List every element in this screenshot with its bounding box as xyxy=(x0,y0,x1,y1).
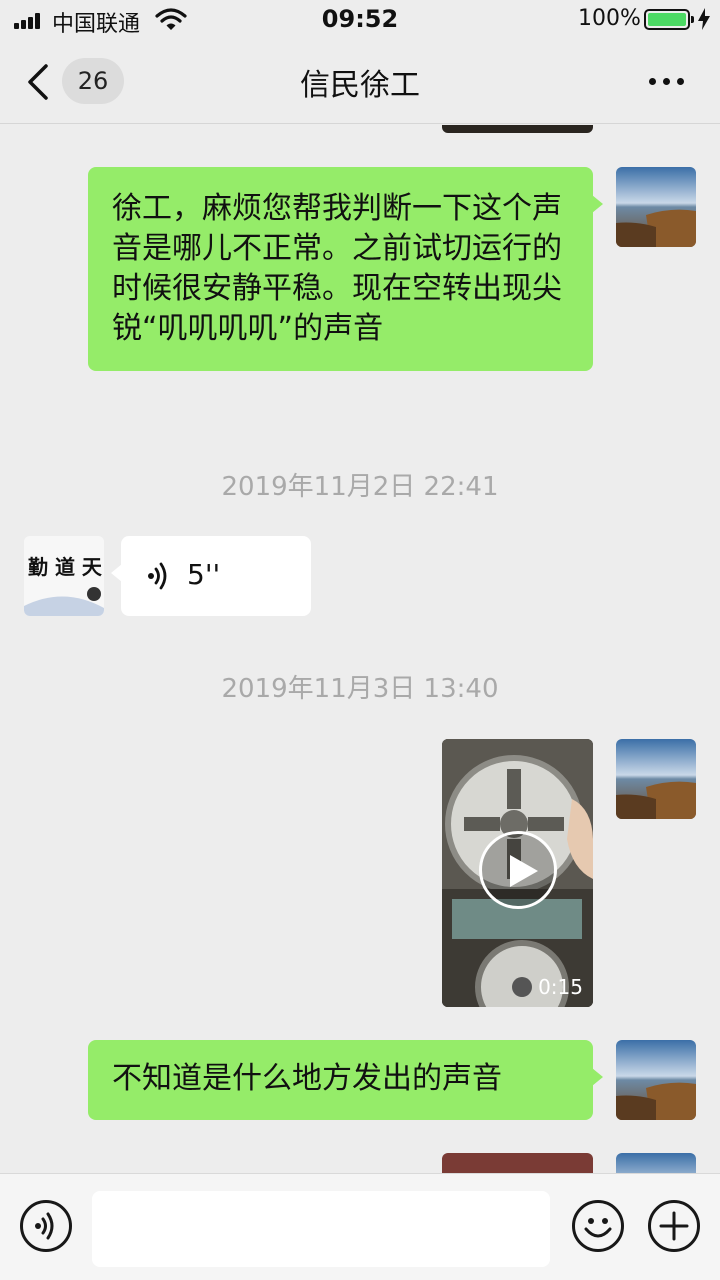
timestamp: 2019年11月3日 13:40 xyxy=(221,674,499,704)
my-avatar[interactable] xyxy=(616,1153,696,1173)
chat-message-list[interactable]: 徐工，麻烦您帮我判断一下这个声音是哪儿不正常。之前试切运行的时候很安静平稳。现在… xyxy=(0,125,720,1173)
nav-bar: 26 信民徐工 xyxy=(0,40,720,124)
plus-icon[interactable] xyxy=(648,1200,700,1252)
chat-title: 信民徐工 xyxy=(300,68,420,103)
message-text: 不知道是什么地方发出的声音 xyxy=(112,1061,502,1096)
message-bubble-mine[interactable]: 不知道是什么地方发出的声音 xyxy=(88,1040,603,1120)
message-bubble-mine[interactable]: 徐工，麻烦您帮我判断一下这个声音是哪儿不正常。之前试切运行的时候很安静平稳。现在… xyxy=(88,167,603,371)
voice-message-bubble[interactable]: 5'' xyxy=(111,536,311,616)
svg-text:勤 道 天: 勤 道 天 xyxy=(28,555,103,579)
voice-duration: 5'' xyxy=(187,558,221,591)
voice-wave-icon xyxy=(148,562,167,590)
emoji-icon[interactable] xyxy=(572,1200,624,1252)
my-avatar[interactable] xyxy=(616,1040,696,1120)
video-duration: 0:15 xyxy=(538,975,583,999)
status-bar: 中国联通 09:52 100% xyxy=(0,0,720,40)
timestamp: 2019年11月2日 22:41 xyxy=(221,472,499,502)
input-bar xyxy=(0,1173,720,1280)
battery-percent: 100% xyxy=(578,6,641,31)
message-text: 徐工，麻烦您帮我判断一下这个声音是哪儿不正常。之前试切运行的时候很安静平稳。现在… xyxy=(112,191,562,346)
contact-avatar[interactable]: 勤 道 天 xyxy=(24,536,104,616)
wechat-chat-screen: 中国联通 09:52 100% 26 信民徐工 徐工，麻烦您帮我判断一下这个声音… xyxy=(0,0,720,1280)
play-icon[interactable] xyxy=(479,831,557,909)
my-avatar[interactable] xyxy=(616,167,696,247)
more-icon[interactable] xyxy=(644,66,688,98)
next-media-thumbnail[interactable] xyxy=(442,1153,593,1173)
message-input[interactable] xyxy=(92,1191,550,1267)
voice-input-icon[interactable] xyxy=(20,1200,72,1252)
video-message[interactable]: 0:15 xyxy=(442,739,593,1007)
previous-media-thumbnail[interactable] xyxy=(442,125,593,133)
my-avatar[interactable] xyxy=(616,739,696,819)
battery-icon xyxy=(644,9,694,30)
charging-bolt-icon xyxy=(698,8,710,30)
